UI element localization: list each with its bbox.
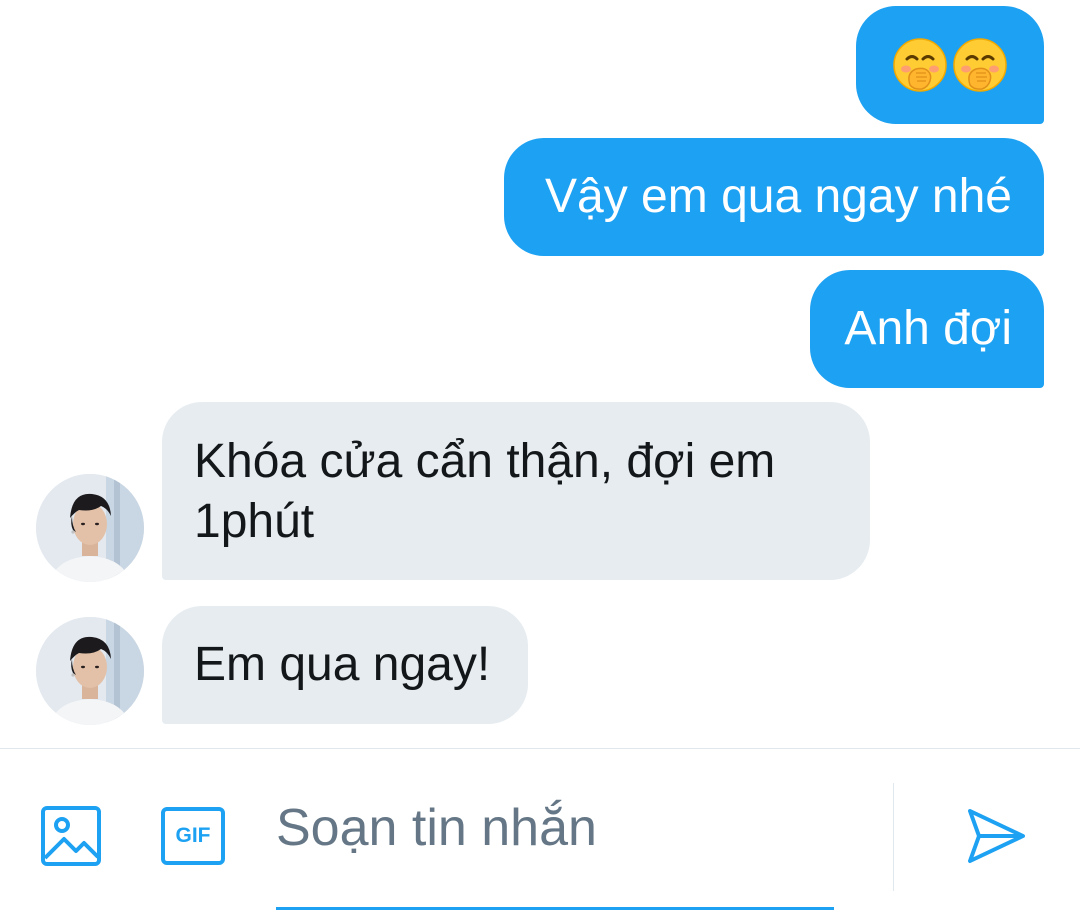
- face-with-hand-over-mouth-icon: [893, 38, 947, 92]
- add-image-button[interactable]: [38, 803, 104, 869]
- gif-label: GIF: [175, 824, 211, 847]
- message-text: Anh đợi: [844, 302, 1012, 355]
- received-message[interactable]: Em qua ngay!: [162, 606, 528, 724]
- image-icon: [41, 806, 101, 866]
- sender-avatar[interactable]: [36, 617, 144, 725]
- dm-conversation-screen: Vậy em qua ngay nhé Anh đợi Khóa cửa cẩn…: [0, 0, 1080, 918]
- sender-avatar[interactable]: [36, 474, 144, 582]
- message-composer: GIF: [0, 748, 1080, 918]
- message-input[interactable]: [276, 785, 834, 871]
- add-gif-button[interactable]: GIF: [160, 805, 226, 867]
- person-portrait-icon: [36, 617, 144, 725]
- gif-icon: GIF: [161, 807, 225, 865]
- message-text-line: 1phút: [194, 495, 315, 548]
- message-text: Vậy em qua ngay nhé: [545, 170, 1012, 223]
- message-input-underline: [276, 907, 834, 910]
- received-message[interactable]: Khóa cửa cẩn thận, đợi em 1phút: [162, 402, 870, 580]
- composer-divider: [893, 783, 894, 891]
- sent-message[interactable]: Anh đợi: [810, 270, 1044, 388]
- message-text: Em qua ngay!: [194, 638, 491, 691]
- sent-message-emoji[interactable]: [856, 6, 1044, 124]
- message-text-line: Khóa cửa cẩn thận, đợi em: [194, 435, 776, 488]
- send-button[interactable]: [960, 803, 1032, 869]
- person-portrait-icon: [36, 474, 144, 582]
- message-list[interactable]: Vậy em qua ngay nhé Anh đợi Khóa cửa cẩn…: [0, 0, 1080, 748]
- face-with-hand-over-mouth-icon: [953, 38, 1007, 92]
- sent-message[interactable]: Vậy em qua ngay nhé: [504, 138, 1044, 256]
- send-icon: [968, 809, 1025, 863]
